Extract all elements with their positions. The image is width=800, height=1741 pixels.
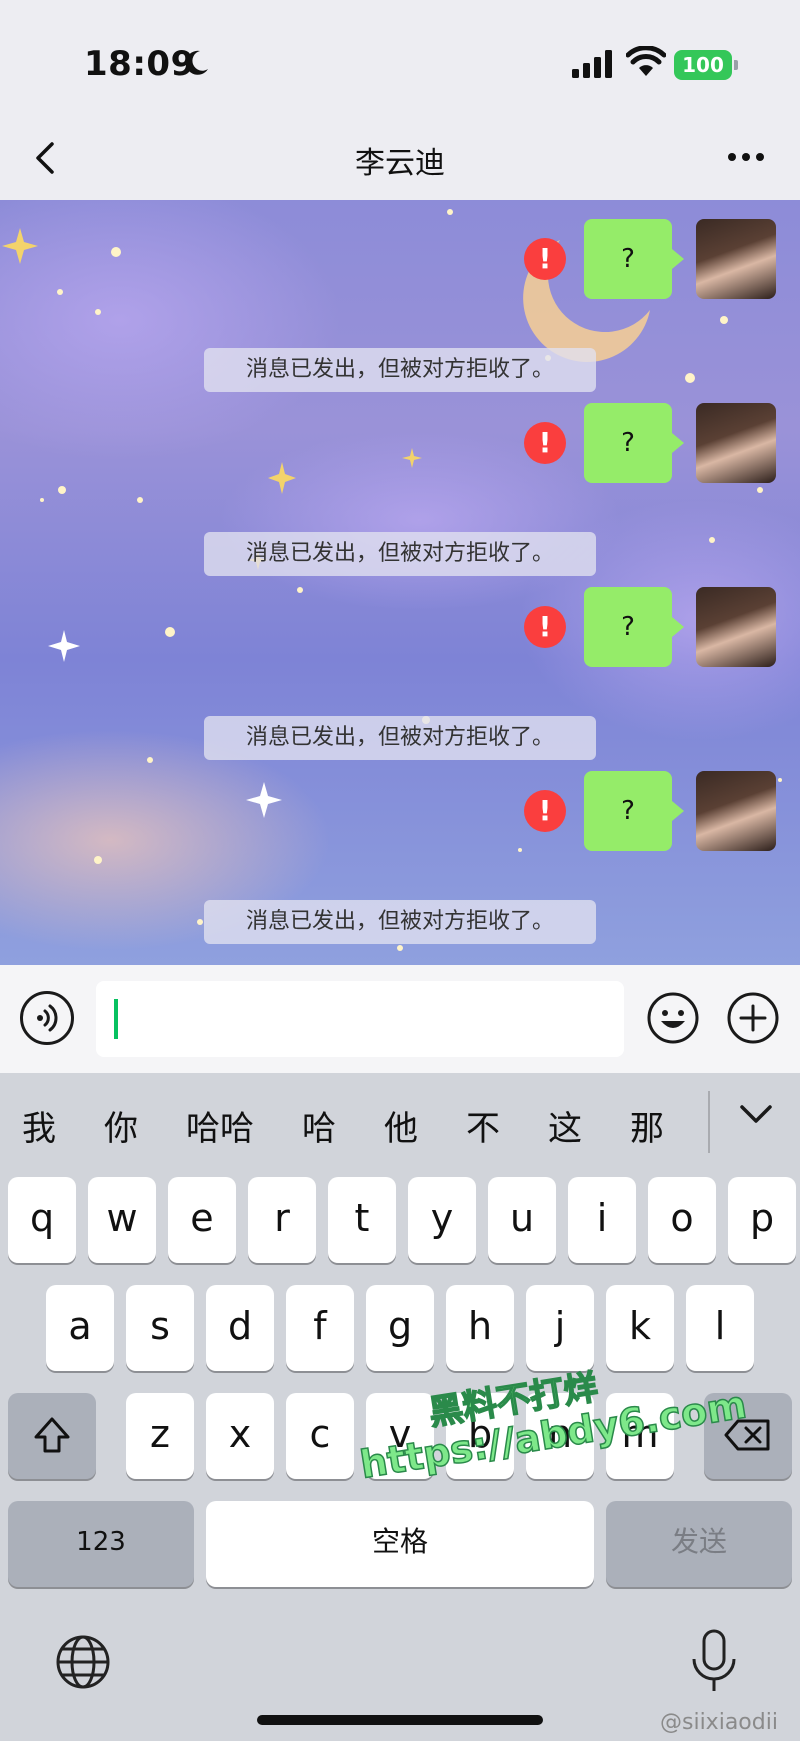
chat-nav-bar: 李云迪 <box>0 120 800 200</box>
battery-indicator: 100 <box>674 50 738 80</box>
message-bubble[interactable]: ? <box>584 587 684 667</box>
key-u[interactable]: u <box>488 1177 556 1263</box>
key-h[interactable]: h <box>446 1285 514 1371</box>
key-e[interactable]: e <box>168 1177 236 1263</box>
candidate-word[interactable]: 哈哈 <box>186 1101 254 1150</box>
home-indicator <box>257 1715 543 1725</box>
avatar[interactable] <box>696 771 776 851</box>
message-row: ! ? <box>0 771 800 851</box>
chat-message-list[interactable]: ! ? 消息已发出，但被对方拒收了。 ! ? 消息已发出，但被对方拒收了。 ! … <box>0 200 800 965</box>
key-d[interactable]: d <box>206 1285 274 1371</box>
key-t[interactable]: t <box>328 1177 396 1263</box>
key-q[interactable]: q <box>8 1177 76 1263</box>
candidate-word[interactable]: 我 <box>22 1101 56 1150</box>
numbers-key[interactable]: 123 <box>8 1501 194 1587</box>
avatar[interactable] <box>696 403 776 483</box>
candidate-word[interactable]: 他 <box>384 1101 418 1150</box>
system-notice: 消息已发出，但被对方拒收了。 <box>204 716 596 760</box>
input-bar <box>0 965 800 1073</box>
key-f[interactable]: f <box>286 1285 354 1371</box>
more-icon[interactable] <box>726 150 766 164</box>
signal-icon <box>572 50 612 78</box>
key-p[interactable]: p <box>728 1177 796 1263</box>
source-credit: @siixiaodii <box>660 1710 778 1735</box>
microphone-icon[interactable] <box>690 1629 738 1695</box>
message-bubble[interactable]: ? <box>584 219 684 299</box>
shift-key[interactable] <box>8 1393 96 1479</box>
candidate-word[interactable]: 这 <box>548 1101 582 1150</box>
key-s[interactable]: s <box>126 1285 194 1371</box>
key-j[interactable]: j <box>526 1285 594 1371</box>
chat-title: 李云迪 <box>355 146 445 181</box>
key-w[interactable]: w <box>88 1177 156 1263</box>
candidate-word[interactable]: 你 <box>104 1101 138 1150</box>
key-x[interactable]: x <box>206 1393 274 1479</box>
send-failed-icon[interactable]: ! <box>524 606 566 648</box>
message-row: ! ? <box>0 587 800 667</box>
send-failed-icon[interactable]: ! <box>524 238 566 280</box>
voice-input-button[interactable] <box>20 991 74 1045</box>
system-notice: 消息已发出，但被对方拒收了。 <box>204 900 596 944</box>
message-row: ! ? <box>0 403 800 483</box>
message-bubble[interactable]: ? <box>584 771 684 851</box>
candidate-word[interactable]: 那 <box>630 1101 664 1150</box>
key-i[interactable]: i <box>568 1177 636 1263</box>
avatar[interactable] <box>696 219 776 299</box>
key-y[interactable]: y <box>408 1177 476 1263</box>
key-r[interactable]: r <box>248 1177 316 1263</box>
send-failed-icon[interactable]: ! <box>524 790 566 832</box>
status-bar: 18:09 100 <box>0 0 800 120</box>
message-row: ! ? <box>0 219 800 299</box>
chevron-down-icon[interactable] <box>738 1103 774 1127</box>
send-key[interactable]: 发送 <box>606 1501 792 1587</box>
message-bubble[interactable]: ? <box>584 403 684 483</box>
key-g[interactable]: g <box>366 1285 434 1371</box>
avatar[interactable] <box>696 587 776 667</box>
voice-icon <box>37 1004 58 1032</box>
globe-icon[interactable] <box>54 1633 112 1691</box>
send-failed-icon[interactable]: ! <box>524 422 566 464</box>
key-a[interactable]: a <box>46 1285 114 1371</box>
key-c[interactable]: c <box>286 1393 354 1479</box>
emoji-button[interactable] <box>646 991 700 1045</box>
candidate-divider <box>708 1091 710 1153</box>
text-cursor <box>114 999 118 1039</box>
status-time: 18:09 <box>84 44 195 84</box>
more-functions-button[interactable] <box>726 991 780 1045</box>
system-notice: 消息已发出，但被对方拒收了。 <box>204 348 596 392</box>
candidate-word[interactable]: 不 <box>466 1101 500 1150</box>
candidate-word[interactable]: 哈 <box>302 1101 336 1150</box>
moon-icon <box>185 50 208 75</box>
message-input[interactable] <box>96 981 624 1057</box>
key-o[interactable]: o <box>648 1177 716 1263</box>
key-z[interactable]: z <box>126 1393 194 1479</box>
shift-icon <box>34 1417 70 1453</box>
system-notice: 消息已发出，但被对方拒收了。 <box>204 532 596 576</box>
wifi-icon <box>626 46 666 76</box>
